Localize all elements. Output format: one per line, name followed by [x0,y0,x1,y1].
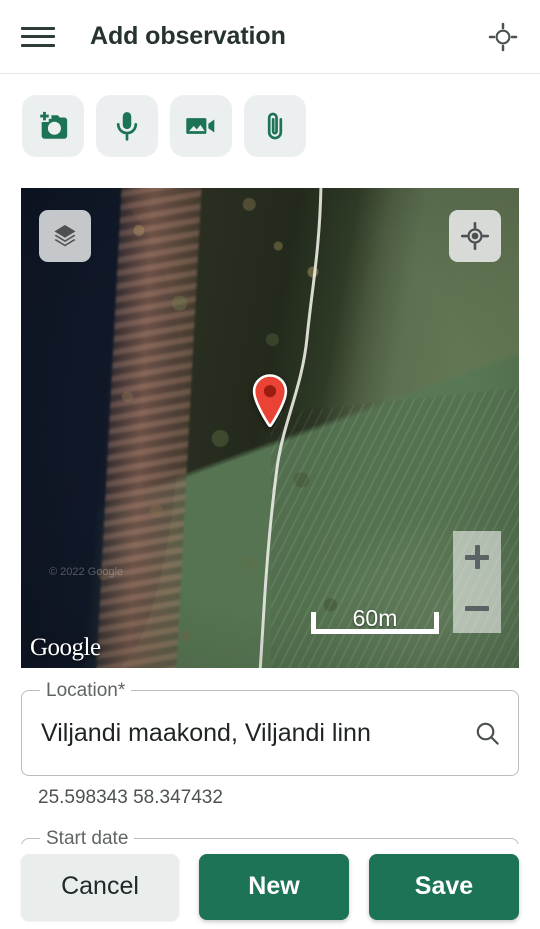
add-photo-button[interactable] [22,95,84,157]
bottom-action-bar: Cancel New Save [0,844,540,929]
add-a-photo-icon [40,111,68,139]
video-camera-icon [186,118,215,134]
map-view[interactable]: 60m Google © 2022 Google [21,188,519,668]
media-toolbar [22,95,306,157]
location-searching-icon[interactable] [483,17,523,57]
location-search-button[interactable] [456,719,518,748]
minus-icon [465,596,489,620]
location-field-group: Location* Viljandi maakond, Viljandi lin… [21,680,519,809]
record-video-button[interactable] [170,95,232,157]
map-scale-bar: 60m [311,604,439,634]
map-zoom-in-button[interactable] [453,531,501,582]
location-input-outline[interactable]: Location* Viljandi maakond, Viljandi lin… [21,680,519,776]
cancel-button[interactable]: Cancel [21,853,179,920]
map-layers-button[interactable] [39,210,91,262]
google-logo: Google [30,634,101,661]
map-zoom-controls [453,531,501,633]
paperclip-icon [267,112,283,140]
my-location-button[interactable] [449,210,501,262]
hamburger-menu-icon[interactable] [21,24,55,50]
map-scale-label: 60m [352,605,398,631]
location-input[interactable]: Viljandi maakond, Viljandi linn [22,719,456,748]
location-field-label: Location* [40,680,132,702]
map-zoom-out-button[interactable] [453,582,501,633]
microphone-icon [116,112,138,141]
map-pin-icon[interactable] [250,373,290,429]
save-button[interactable]: Save [369,853,519,920]
new-button[interactable]: New [199,853,349,920]
record-audio-button[interactable] [96,95,158,157]
plus-icon [465,544,489,569]
attach-file-button[interactable] [244,95,306,157]
app-bar: Add observation [0,0,540,74]
map-layers-icon [54,225,76,247]
location-coordinates: 25.598343 58.347432 [38,787,223,808]
my-location-icon [460,221,490,251]
page-title: Add observation [90,22,286,50]
add-observation-screen: Add observation 60m Google © 2022 Google… [0,0,540,929]
map-attribution: © 2022 Google [49,566,124,578]
search-icon [476,722,499,745]
